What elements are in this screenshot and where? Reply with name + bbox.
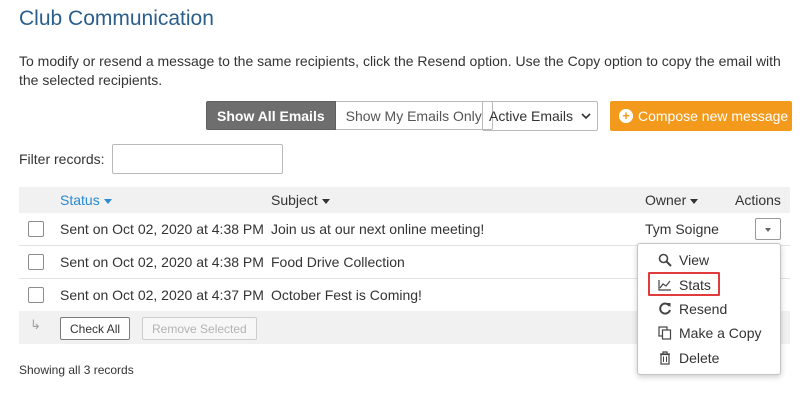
subject-cell[interactable]: Join us at our next online meeting! xyxy=(271,221,484,237)
sort-down-icon xyxy=(321,198,330,204)
copy-icon xyxy=(657,325,673,341)
owner-column-header[interactable]: Owner xyxy=(645,192,699,208)
refresh-icon xyxy=(657,301,673,317)
row-checkbox[interactable] xyxy=(28,221,44,237)
caret-down-icon xyxy=(765,228,771,232)
email-scope-toggle: Show All Emails Show My Emails Only xyxy=(206,101,493,130)
sort-down-icon xyxy=(103,198,112,204)
actions-dropdown-menu: View Stats Resend Make a Copy Delete xyxy=(637,243,781,375)
table-row: Sent on Oct 02, 2020 at 4:38 PM Join us … xyxy=(19,213,790,246)
records-count: Showing all 3 records xyxy=(19,363,134,377)
menu-item-label: View xyxy=(679,252,710,268)
row-checkbox[interactable] xyxy=(28,254,44,270)
actions-column-header: Actions xyxy=(735,192,781,208)
menu-item-label: Resend xyxy=(679,301,728,317)
plus-circle-icon: + xyxy=(619,109,633,123)
search-icon xyxy=(657,252,673,268)
stats-highlight-box xyxy=(648,272,720,296)
menu-item-view[interactable]: View xyxy=(657,252,709,268)
trash-icon xyxy=(657,350,673,366)
menu-item-label: Make a Copy xyxy=(679,325,762,341)
menu-item-delete[interactable]: Delete xyxy=(657,350,719,366)
email-status-value: Active Emails xyxy=(489,108,574,124)
subject-cell[interactable]: October Fest is Coming! xyxy=(271,287,422,303)
status-cell: Sent on Oct 02, 2020 at 4:38 PM xyxy=(60,221,264,237)
sort-down-icon xyxy=(690,198,699,204)
return-arrow-icon: ↳ xyxy=(30,317,41,332)
menu-item-make-copy[interactable]: Make a Copy xyxy=(657,325,761,341)
table-header: Status Subject Owner Actions xyxy=(19,187,790,213)
intro-text: To modify or resend a message to the sam… xyxy=(19,53,781,88)
menu-item-label: Delete xyxy=(679,350,720,366)
status-cell: Sent on Oct 02, 2020 at 4:38 PM xyxy=(60,254,264,270)
remove-selected-button[interactable]: Remove Selected xyxy=(142,317,257,340)
menu-item-resend[interactable]: Resend xyxy=(657,301,727,317)
filter-input[interactable] xyxy=(112,144,283,174)
chevron-down-icon xyxy=(581,113,591,120)
subject-column-header[interactable]: Subject xyxy=(271,192,330,208)
check-all-button[interactable]: Check All xyxy=(60,317,131,340)
subject-cell[interactable]: Food Drive Collection xyxy=(271,254,405,270)
row-actions-button[interactable] xyxy=(755,218,781,240)
compose-label: Compose new message xyxy=(638,108,789,124)
status-cell: Sent on Oct 02, 2020 at 4:37 PM xyxy=(60,287,264,303)
page-title: Club Communication xyxy=(19,7,214,30)
status-column-header[interactable]: Status xyxy=(60,192,112,208)
filter-label: Filter records: xyxy=(19,151,105,167)
show-all-emails-button[interactable]: Show All Emails xyxy=(206,101,336,130)
email-status-select[interactable]: Active Emails xyxy=(482,101,598,131)
show-my-emails-button[interactable]: Show My Emails Only xyxy=(335,101,493,130)
compose-button[interactable]: + Compose new message xyxy=(610,101,792,131)
owner-cell: Tym Soigne xyxy=(645,221,719,237)
row-checkbox[interactable] xyxy=(28,287,44,303)
